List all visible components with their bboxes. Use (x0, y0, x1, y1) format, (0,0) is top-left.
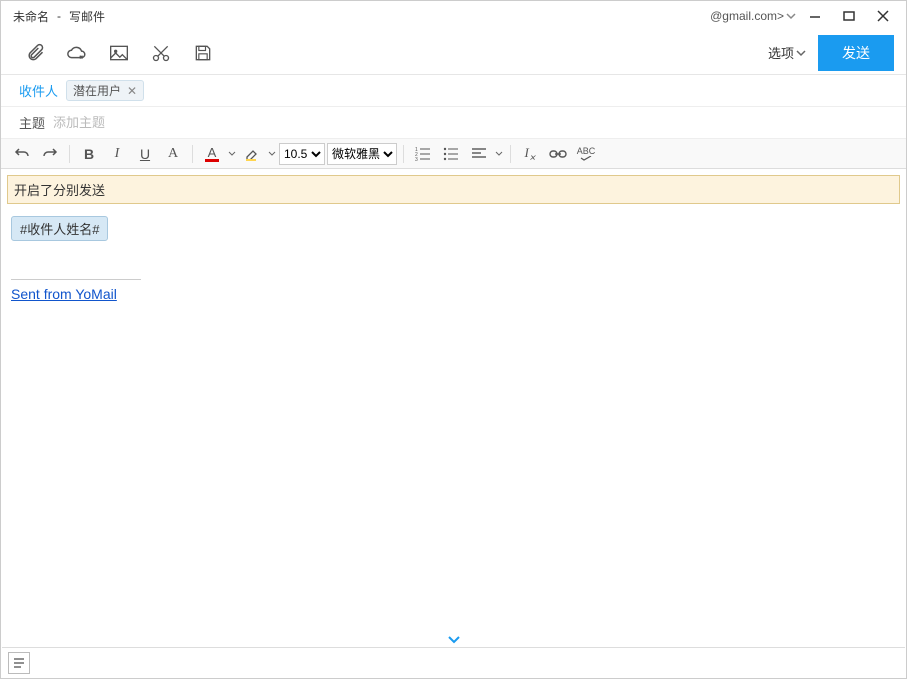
close-button[interactable] (868, 4, 898, 28)
bold-button[interactable]: B (76, 142, 102, 166)
align-button[interactable] (466, 142, 492, 166)
attachment-button[interactable] (23, 41, 47, 65)
maximize-button[interactable] (834, 4, 864, 28)
ordered-list-icon: 123 (415, 146, 431, 162)
notice-bar: 开启了分别发送 (7, 175, 900, 204)
subject-input[interactable] (53, 115, 896, 130)
signature-divider (11, 279, 141, 280)
redo-button[interactable] (37, 142, 63, 166)
expand-handle[interactable] (1, 634, 906, 644)
separator (403, 145, 404, 163)
italic-button[interactable]: I (104, 142, 130, 166)
paperclip-icon (25, 43, 45, 63)
chevron-down-icon (447, 634, 461, 644)
plaintext-toggle-button[interactable] (8, 652, 30, 674)
clear-format-icon: I✕ (524, 145, 535, 163)
send-button[interactable]: 发送 (818, 35, 894, 71)
account-email: @gmail.com> (710, 9, 784, 23)
insert-image-button[interactable] (107, 41, 131, 65)
minimize-button[interactable] (800, 4, 830, 28)
main-toolbar: 选项 发送 (1, 31, 906, 75)
font-name-select[interactable]: 微软雅黑 (327, 143, 397, 165)
spellcheck-icon: ABC (577, 147, 596, 156)
chip-remove-button[interactable]: ✕ (125, 84, 139, 98)
highlight-dropdown[interactable] (267, 150, 277, 158)
font-style-button[interactable]: A (160, 142, 186, 166)
svg-text:3: 3 (415, 157, 418, 162)
chevron-down-icon (268, 150, 276, 158)
cut-button[interactable] (149, 41, 173, 65)
align-dropdown[interactable] (494, 150, 504, 158)
font-color-button[interactable]: A (199, 142, 225, 166)
ordered-list-button[interactable]: 123 (410, 142, 436, 166)
font-size-select[interactable]: 10.5 (279, 143, 325, 165)
options-label: 选项 (768, 43, 794, 62)
save-button[interactable] (191, 41, 215, 65)
window-title-docname: 未命名 (13, 8, 49, 25)
unordered-list-button[interactable] (438, 142, 464, 166)
font-color-dropdown[interactable] (227, 150, 237, 158)
recipient-row: 收件人 潜在用户 ✕ (1, 75, 906, 107)
recipient-label[interactable]: 收件人 (19, 81, 58, 100)
separator (192, 145, 193, 163)
editor-body[interactable]: #收件人姓名# Sent from YoMail (1, 204, 906, 604)
underline-button[interactable]: U (132, 142, 158, 166)
align-icon (471, 146, 487, 162)
notice-text: 开启了分别发送 (14, 183, 105, 198)
titlebar-title: 未命名 - 写邮件 (9, 8, 710, 25)
window-title-mode: 写邮件 (69, 8, 105, 25)
highlight-icon (244, 146, 260, 162)
titlebar: 未命名 - 写邮件 @gmail.com> (1, 1, 906, 31)
highlight-button[interactable] (239, 142, 265, 166)
recipient-chip-text: 潜在用户 (73, 82, 121, 99)
account-selector[interactable]: @gmail.com> (710, 9, 796, 23)
cloud-icon (66, 43, 88, 63)
save-icon (193, 43, 213, 63)
separator (69, 145, 70, 163)
scissors-icon (151, 43, 171, 63)
spellcheck-button[interactable]: ABC (573, 142, 599, 166)
text-icon (12, 656, 26, 670)
clear-format-button[interactable]: I✕ (517, 142, 543, 166)
separator (510, 145, 511, 163)
redo-icon (42, 146, 58, 162)
format-toolbar: B I U A A 10.5 微软雅黑 123 I✕ ABC (1, 139, 906, 169)
chevron-down-icon (228, 150, 236, 158)
chevron-down-icon (796, 48, 806, 58)
chevron-down-icon (495, 150, 503, 158)
subject-label: 主题 (19, 113, 45, 132)
cloud-attach-button[interactable] (65, 41, 89, 65)
options-dropdown[interactable]: 选项 (768, 43, 806, 62)
chevron-down-icon (786, 11, 796, 21)
bottom-bar (2, 647, 905, 677)
window-title-sep: - (57, 9, 61, 23)
signature-link[interactable]: Sent from YoMail (11, 286, 117, 302)
subject-row: 主题 (1, 107, 906, 139)
insert-link-button[interactable] (545, 142, 571, 166)
variable-chip[interactable]: #收件人姓名# (11, 216, 108, 241)
image-icon (109, 43, 129, 63)
unordered-list-icon (443, 146, 459, 162)
undo-icon (14, 146, 30, 162)
undo-button[interactable] (9, 142, 35, 166)
recipient-chip[interactable]: 潜在用户 ✕ (66, 80, 144, 101)
link-icon (549, 147, 567, 161)
